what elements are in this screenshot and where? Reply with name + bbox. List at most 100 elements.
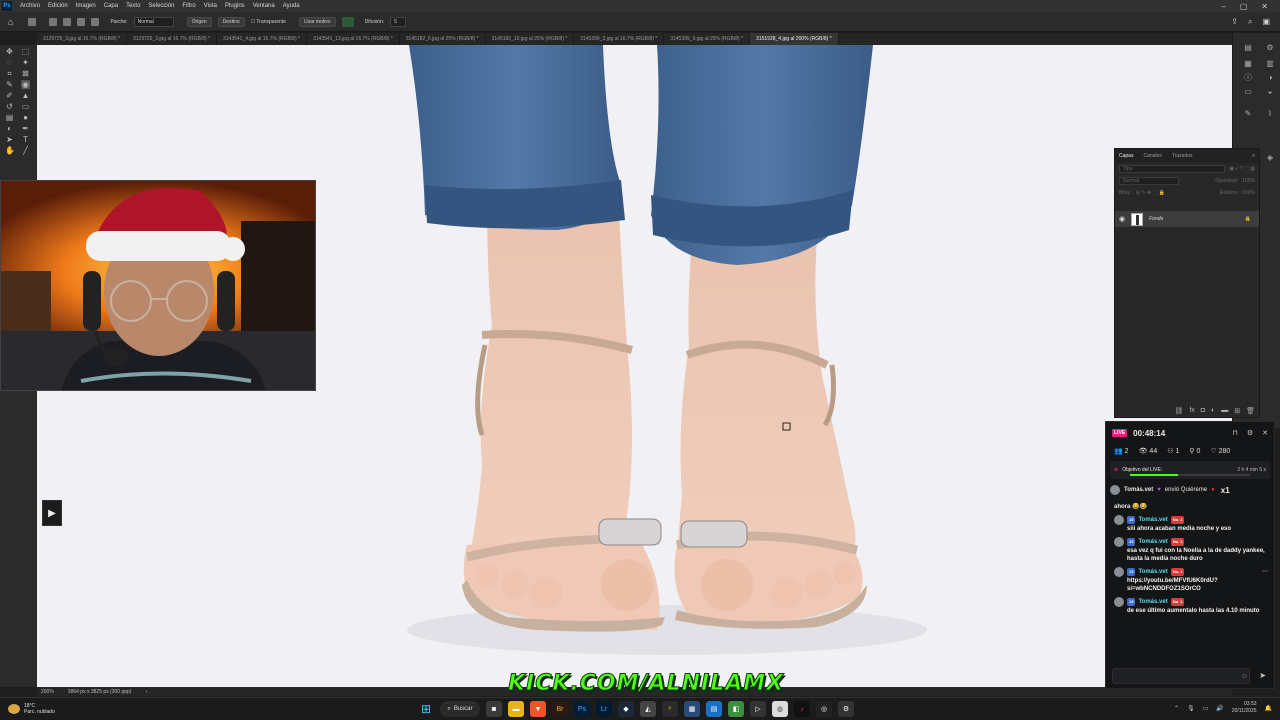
pen-tool-icon[interactable]: ✒ [21, 124, 30, 133]
group-icon[interactable]: ▬ [1221, 407, 1228, 415]
eraser-tool-icon[interactable]: ▭ [21, 102, 30, 111]
panel-menu-icon[interactable]: ≡ [1252, 153, 1259, 159]
taskbar-search[interactable]: ⌕ Buscar [440, 701, 480, 717]
comments-icon[interactable]: ▭ [1243, 87, 1253, 97]
fill-value[interactable]: 100% [1242, 190, 1255, 196]
mic-icon[interactable]: 🎙 [1187, 705, 1195, 712]
search-icon[interactable]: ⌕ [1248, 17, 1252, 27]
notification-bell-icon[interactable]: 🔔 [1265, 705, 1272, 712]
lock-icon[interactable]: ⊓ [1232, 429, 1237, 437]
menu-ventana[interactable]: Ventana [249, 3, 279, 9]
doc-tab[interactable]: 3129725_3.jpg al 16.7% (RGB/8) * [37, 33, 127, 45]
tray-chevron-icon[interactable]: ⌃ [1174, 705, 1179, 712]
tab-canales[interactable]: Canales [1143, 153, 1161, 159]
crop-tool-icon[interactable]: ⌗ [5, 69, 14, 78]
more-icon[interactable]: ⋯ [1262, 568, 1268, 576]
brush-settings-icon[interactable]: ✎ [1243, 109, 1253, 119]
frame-tool-icon[interactable]: ⊠ [21, 69, 30, 78]
notes-app-icon[interactable]: ▤ [706, 701, 722, 717]
fx-icon[interactable]: fx [1189, 407, 1194, 415]
mask-icon[interactable]: ◘ [1201, 407, 1205, 415]
type-tool-icon[interactable]: T [21, 135, 30, 144]
tab-capas[interactable]: Capas [1119, 153, 1133, 159]
menu-ayuda[interactable]: Ayuda [279, 3, 304, 9]
stamp-tool-icon[interactable]: ▲ [21, 91, 30, 100]
properties-icon[interactable]: ⚙ [1265, 43, 1275, 53]
lock-icons[interactable]: ⊞ ✎ ✥ ⬚ 🔒 [1136, 190, 1165, 196]
menu-archivo[interactable]: Archivo [16, 3, 44, 9]
patch-tool-icon[interactable] [28, 17, 37, 26]
adjustment-layer-icon[interactable]: ◐ [1211, 407, 1215, 415]
brush-tool-icon[interactable]: ✐ [5, 91, 14, 100]
play-button[interactable]: ▶ [42, 500, 62, 526]
volume-icon[interactable]: 🔊 [1216, 705, 1223, 712]
steam-icon[interactable]: ◆ [618, 701, 634, 717]
artboard-tool-icon[interactable]: ⬚ [21, 47, 30, 56]
layers-dock-icon[interactable]: ◈ [1265, 153, 1275, 163]
doc-tab[interactable]: 3145182_15.jpg al 25% (RGB/8) * [486, 33, 575, 45]
weather-widget[interactable]: 18°C Parc. nublado [0, 703, 120, 715]
bridge-icon[interactable]: Br [552, 701, 568, 717]
delete-layer-icon[interactable]: 🗑 [1246, 407, 1255, 415]
layer-filter-select[interactable]: Tipo [1119, 165, 1226, 173]
settings-app-icon[interactable]: ⚙ [838, 701, 854, 717]
swatches-icon[interactable]: ▥ [1265, 59, 1275, 69]
destino-button[interactable]: Destino [217, 16, 245, 27]
tiktok-icon[interactable]: ♪ [794, 701, 810, 717]
game-app-icon[interactable]: ◭ [640, 701, 656, 717]
workspace-icon[interactable]: ▣ [1262, 17, 1270, 27]
chat-input[interactable] [1112, 668, 1250, 684]
pattern-swatch-icon[interactable] [341, 16, 354, 27]
adjustments-icon[interactable]: ◒ [1265, 87, 1275, 97]
dodge-tool-icon[interactable]: ◐ [5, 124, 14, 133]
folder-icon[interactable]: ▦ [684, 701, 700, 717]
link-layers-icon[interactable]: ⛓ [1174, 407, 1183, 415]
usar-motivo-button[interactable]: Usar motivo [298, 16, 336, 27]
photoshop-taskbar-icon[interactable]: Ps [574, 701, 590, 717]
color-icon[interactable]: ◑ [1265, 73, 1275, 83]
chat-username[interactable]: Tomás.vet [1138, 568, 1167, 576]
search-app-icon[interactable]: ⌕ [662, 701, 678, 717]
difusion-input[interactable]: 5 [390, 16, 407, 27]
doc-tab-active[interactable]: 3151928_4.jpg al 200% (RGB/8) * [750, 33, 839, 45]
shape-tool-icon[interactable]: ╱ [21, 146, 30, 155]
settings-icon[interactable]: ⚙ [1247, 429, 1253, 437]
live-goal[interactable]: ❀ Objetivo del LIVE: 2 h 4 min 5 s [1110, 461, 1270, 479]
new-selection-icon[interactable] [49, 17, 58, 26]
eyedropper-icon[interactable]: ✎ [5, 80, 14, 89]
move-tool-icon[interactable]: ✥ [5, 47, 14, 56]
minimize-icon[interactable]: – [1221, 2, 1225, 11]
brave-browser-icon[interactable]: ▼ [530, 701, 546, 717]
share-icon[interactable]: ⇪ [1231, 17, 1238, 27]
doc-tab[interactable]: 3145399_3.jpg al 16.7% (RGB/8) * [574, 33, 665, 45]
hand-tool-icon[interactable]: ✋ [5, 146, 15, 155]
maximize-icon[interactable]: ▢ [1240, 2, 1248, 11]
transparente-checkbox[interactable]: ☐ Transparente [251, 19, 286, 25]
chat-link[interactable]: https://youtu.be/MFVfU6K0rdU?si=wbNCNDDF… [1114, 577, 1268, 593]
doc-tab[interactable]: 3143541_13.jpg al 16.7% (RGB/8) * [307, 33, 400, 45]
close-icon[interactable]: ✕ [1261, 2, 1268, 11]
info-icon[interactable]: ⓘ [1243, 73, 1253, 83]
emoji-icon[interactable]: ☺ [1241, 673, 1248, 680]
gradient-tool-icon[interactable]: ▤ [5, 113, 14, 122]
home-icon[interactable]: ⌂ [8, 17, 13, 27]
file-explorer-icon[interactable]: ▬ [508, 701, 524, 717]
layer-row[interactable]: ◉ Fondo 🔒 [1115, 211, 1259, 227]
blend-mode-select[interactable]: Normal [1119, 177, 1179, 185]
obs-icon[interactable]: ◎ [816, 701, 832, 717]
menu-imagen[interactable]: Imagen [72, 3, 100, 9]
chat-username[interactable]: Tomás.vet [1138, 598, 1167, 606]
blur-tool-icon[interactable]: ● [21, 113, 30, 122]
history-brush-icon[interactable]: ↺ [5, 102, 14, 111]
origen-button[interactable]: Origen [186, 16, 212, 27]
libraries-icon[interactable]: ▦ [1243, 59, 1253, 69]
chat-username[interactable]: Tomás.vet [1138, 538, 1167, 546]
paths-icon[interactable]: ⌇ [1265, 109, 1275, 119]
status-arrow-icon[interactable]: › [145, 689, 147, 695]
visibility-eye-icon[interactable]: ◉ [1119, 215, 1125, 223]
new-layer-icon[interactable]: ⊞ [1234, 407, 1240, 415]
app-icon-green[interactable]: ◧ [728, 701, 744, 717]
chat-username[interactable]: Tomás.vet [1138, 516, 1167, 524]
intersect-selection-icon[interactable] [91, 17, 100, 26]
windows-start-icon[interactable]: ⊞ [418, 701, 434, 717]
